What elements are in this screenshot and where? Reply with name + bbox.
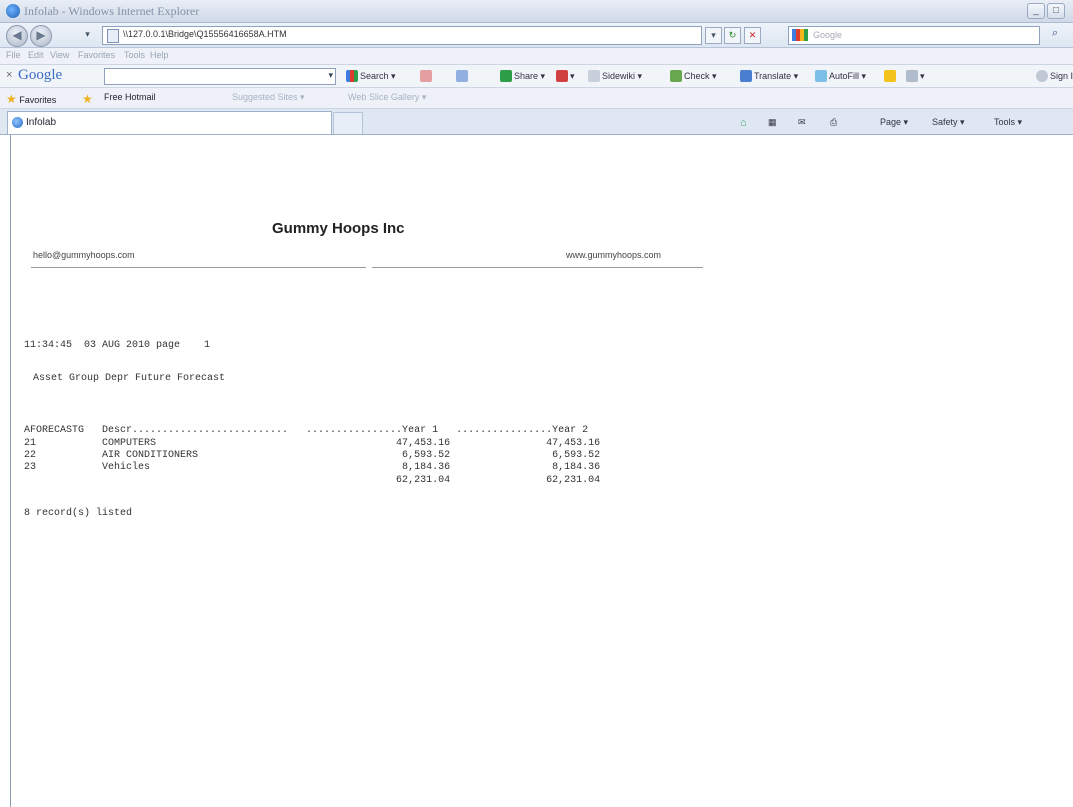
ie-icon (6, 4, 20, 18)
menu-bar: File Edit View Favorites Tools Help (0, 48, 1073, 65)
company-email[interactable]: hello@gummyhoops.com (33, 250, 135, 260)
wrench-icon[interactable]: ▾ (906, 70, 925, 82)
ie-page-icon (12, 117, 23, 128)
autofill-icon (815, 70, 827, 82)
tab-bar: Infolab ⌂ ▦ ✉ ⎙ Page ▾ Safety ▾ Tools ▾ (0, 109, 1073, 135)
table-header: AFORECASTG Descr........................… (24, 425, 589, 436)
report-title: Asset Group Depr Future Forecast (33, 373, 226, 384)
page-menu-button[interactable]: Page ▾ (880, 117, 908, 128)
refresh-icon[interactable]: ↻ (724, 27, 741, 44)
search-input[interactable]: Google (788, 26, 1040, 45)
window-titlebar: Infolab - Windows Internet Explorer _ □ (0, 0, 1073, 23)
new-tab-button[interactable] (333, 112, 363, 134)
window-title: Infolab - Windows Internet Explorer (24, 4, 200, 18)
chevron-down-icon[interactable]: ▾ (328, 70, 333, 81)
search-go-icon[interactable]: ⌕ (1052, 27, 1058, 40)
report-timestamp: 11:34:45 03 AUG 2010 page 1 (24, 340, 211, 351)
read-mail-icon[interactable]: ✉ (798, 117, 806, 128)
home-icon[interactable]: ⌂ (740, 117, 747, 129)
table-row: 21 COMPUTERS 47,453.16 47,453.16 (24, 438, 601, 449)
spellcheck-icon (670, 70, 682, 82)
sidewiki-button[interactable]: Sidewiki ▾ (588, 70, 642, 82)
suggested-sites-link[interactable]: Suggested Sites ▾ (232, 92, 305, 103)
menu-file[interactable]: File (6, 50, 21, 60)
record-count: 8 record(s) listed (24, 508, 133, 519)
translate-icon (740, 70, 752, 82)
maximize-button[interactable]: □ (1047, 3, 1065, 19)
menu-edit[interactable]: Edit (28, 50, 44, 60)
company-name: Gummy Hoops Inc (272, 220, 405, 237)
share-icon (500, 70, 512, 82)
feeds-icon[interactable]: ▦ (768, 117, 777, 128)
translate-button[interactable]: Translate ▾ (740, 70, 798, 82)
pagerank-icon[interactable] (420, 70, 434, 82)
add-favorite-icon[interactable]: ★ (82, 92, 93, 106)
google-search-provider-icon (792, 29, 808, 41)
address-url: \\127.0.0.1\Bridge\Q15556416658A.HTM (123, 29, 287, 39)
sidewiki-icon (588, 70, 600, 82)
bookmark-icon[interactable] (456, 70, 470, 82)
menu-view[interactable]: View (50, 50, 69, 60)
tab-label: Infolab (26, 117, 57, 128)
share-button[interactable]: Share ▾ (500, 70, 545, 82)
table-row: 22 AIR CONDITIONERS 6,593.52 6,593.52 (24, 450, 601, 461)
print-icon[interactable]: ⎙ (830, 117, 837, 128)
google-logo: Google (18, 67, 63, 83)
favorites-bar: ★ Favorites ★ Free Hotmail Suggested Sit… (0, 88, 1073, 109)
stop-icon[interactable]: ✕ (744, 27, 761, 44)
sign-in-button[interactable]: Sign In (1036, 70, 1073, 82)
google-icon (346, 70, 358, 82)
google-search-button[interactable]: Search ▾ (346, 70, 396, 82)
menu-favorites[interactable]: Favorites (78, 50, 115, 60)
google-search-input[interactable]: ▾ (104, 68, 336, 85)
star-icon: ★ (6, 92, 17, 106)
safety-menu-button[interactable]: Safety ▾ (932, 117, 965, 128)
menu-help[interactable]: Help (150, 50, 169, 60)
address-dropdown-icon[interactable]: ▾ (705, 27, 722, 44)
company-website[interactable]: www.gummyhoops.com (566, 250, 661, 260)
favorites-button[interactable]: ★ Favorites (6, 92, 56, 106)
forward-button[interactable]: ▶ (30, 25, 52, 47)
popup-blocker-icon[interactable]: ▾ (556, 70, 575, 82)
check-button[interactable]: Check ▾ (670, 70, 717, 82)
highlighter-icon[interactable] (884, 70, 898, 82)
page-icon (107, 29, 119, 43)
free-hotmail-link[interactable]: Free Hotmail (104, 92, 156, 102)
menu-tools[interactable]: Tools (124, 50, 145, 60)
table-total-row: 62,231.04 62,231.04 (24, 475, 601, 486)
user-icon (1036, 70, 1048, 82)
header-rule-left (31, 267, 366, 268)
autofill-button[interactable]: AutoFill ▾ (815, 70, 866, 82)
search-placeholder: Google (813, 30, 843, 40)
address-field[interactable]: \\127.0.0.1\Bridge\Q15556416658A.HTM (102, 26, 702, 45)
minimize-button[interactable]: _ (1027, 3, 1045, 19)
recent-pages-dropdown-icon[interactable]: ▾ (80, 27, 95, 42)
tools-menu-button[interactable]: Tools ▾ (994, 117, 1022, 128)
back-button[interactable]: ◀ (6, 25, 28, 47)
header-rule-right (372, 267, 703, 268)
table-row: 23 Vehicles 8,184.36 8,184.36 (24, 462, 601, 473)
navigation-bar: ◀ ▶ ▾ \\127.0.0.1\Bridge\Q15556416658A.H… (0, 23, 1073, 48)
close-toolbar-icon[interactable]: × (6, 69, 12, 81)
tab-infolab[interactable]: Infolab (7, 111, 332, 134)
google-toolbar: × Google ▾ Search ▾ Share ▾ ▾ Sidewiki ▾… (0, 65, 1073, 88)
web-slice-gallery-link[interactable]: Web Slice Gallery ▾ (348, 92, 426, 103)
